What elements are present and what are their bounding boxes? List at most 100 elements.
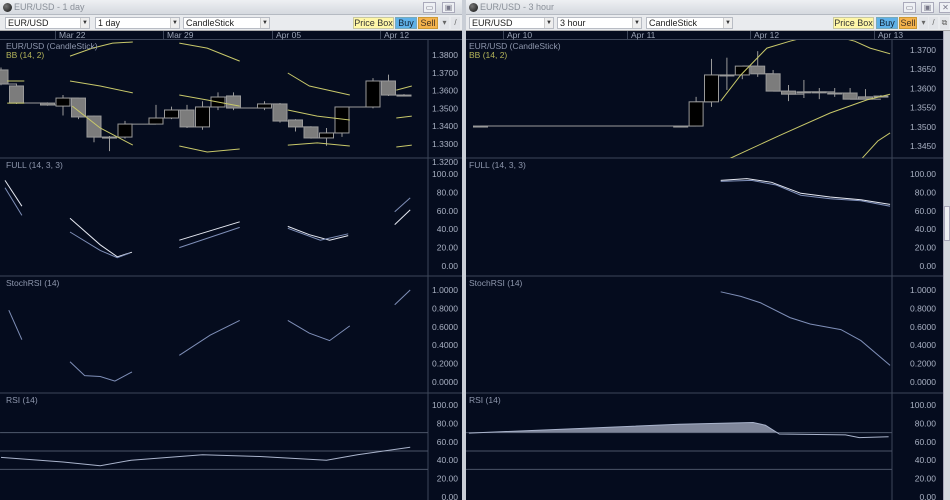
symbol-value: EUR/USD <box>8 18 49 28</box>
scrollbar-thumb[interactable] <box>944 206 950 241</box>
full-d-line <box>720 179 891 207</box>
candle[interactable] <box>303 126 319 139</box>
chart-canvas[interactable]: 1.3700 1.3650 1.3600 1.3550 1.3500 1.3450 100.… <box>466 40 943 500</box>
interval-select[interactable]: 1 day ▼ <box>95 17 180 29</box>
candle[interactable] <box>0 69 9 85</box>
axis-tick-label: 40.00 <box>437 455 459 465</box>
close-button[interactable]: ✕ <box>939 2 950 13</box>
sell-button[interactable]: Sell <box>899 17 917 29</box>
candle[interactable] <box>257 103 272 109</box>
axis-tick-label: 0.0000 <box>432 377 458 387</box>
axis-tick-label: 100.00 <box>910 400 936 410</box>
buy-button[interactable]: Buy <box>395 17 417 29</box>
candle[interactable] <box>673 125 689 128</box>
candle[interactable] <box>117 123 133 138</box>
chevron-down-icon[interactable]: ▼ <box>80 18 89 28</box>
symbol-select[interactable]: EUR/USD ▼ <box>469 17 554 29</box>
title-bar[interactable]: EUR/USD - 1 day ▭ ▣ <box>0 0 462 15</box>
candle[interactable] <box>148 117 164 125</box>
draw-tool-icon[interactable]: / <box>929 17 938 29</box>
buy-button[interactable]: Buy <box>876 17 898 29</box>
candle[interactable] <box>704 74 719 103</box>
candle[interactable] <box>55 97 71 107</box>
axis-tick-label: 1.3700 <box>432 68 458 78</box>
chart-window-daily: EUR/USD - 1 day ▭ ▣ EUR/USD ▼ 1 day ▼ Cand… <box>0 0 462 500</box>
candle[interactable] <box>40 102 55 106</box>
candle[interactable] <box>365 80 381 108</box>
chevron-down-icon[interactable]: ▼ <box>544 18 553 28</box>
axis-tick-label: 80.00 <box>437 418 459 428</box>
bb-lower-line <box>179 145 240 153</box>
chevron-down-icon[interactable]: ▼ <box>260 18 269 28</box>
candle[interactable] <box>164 109 179 119</box>
date-axis: Mar 22 Mar 29 Apr 05 Apr 12 <box>0 31 462 40</box>
axis-tick-label: 0.6000 <box>910 322 936 332</box>
window-title: EUR/USD - 1 day <box>14 2 85 12</box>
stochrsi-line <box>394 289 411 306</box>
chevron-down-icon[interactable]: ▼ <box>170 18 179 28</box>
symbol-select[interactable]: EUR/USD ▼ <box>5 17 90 29</box>
full-stoch-label: FULL (14, 3, 3) <box>469 160 526 170</box>
chevron-down-icon[interactable]: ▼ <box>632 18 641 28</box>
candle[interactable] <box>195 106 210 128</box>
candle[interactable] <box>842 92 858 100</box>
candle[interactable] <box>688 101 704 127</box>
bb-upper-line <box>396 85 412 91</box>
title-bar[interactable]: EUR/USD - 3 hour ▭ ▣ ✕ <box>466 0 950 15</box>
bb-indicator-label: BB (14, 2) <box>6 50 45 60</box>
minimize-button[interactable]: ▭ <box>423 2 436 13</box>
candle[interactable] <box>319 132 334 139</box>
minimize-button[interactable]: ▭ <box>903 2 916 13</box>
candle[interactable] <box>811 91 827 94</box>
maximize-button[interactable]: ▣ <box>921 2 934 13</box>
candle[interactable] <box>9 85 24 104</box>
chart-type-select[interactable]: CandleStick ▼ <box>646 17 733 29</box>
globe-icon <box>3 3 12 12</box>
maximize-button[interactable]: ▣ <box>442 2 455 13</box>
axis-tick-label: 60.00 <box>915 206 937 216</box>
chart-type-select[interactable]: CandleStick ▼ <box>183 17 270 29</box>
candle[interactable] <box>381 80 396 96</box>
chart-canvas[interactable]: 1.3800 1.3700 1.3600 1.3500 1.3400 1.3300 1.32… <box>0 40 462 500</box>
interval-select[interactable]: 3 hour ▼ <box>557 17 642 29</box>
axis-tick-label: 80.00 <box>437 187 459 197</box>
date-label: Apr 11 <box>627 31 655 40</box>
candle[interactable] <box>473 125 488 128</box>
candle[interactable] <box>179 109 195 128</box>
vertical-scrollbar[interactable] <box>943 31 950 500</box>
candle[interactable] <box>765 73 781 92</box>
candle[interactable] <box>719 74 735 77</box>
bb-upper-line <box>287 72 350 96</box>
candle[interactable] <box>396 94 412 97</box>
candle[interactable] <box>102 136 117 139</box>
axis-tick-label: 80.00 <box>915 418 937 428</box>
axis-tick-label: 40.00 <box>915 224 937 234</box>
chart-type-value: CandleStick <box>649 18 698 28</box>
axis-tick-label: 0.0000 <box>910 377 936 387</box>
draw-tool-icon[interactable]: / <box>451 17 460 29</box>
candle[interactable] <box>781 90 796 95</box>
dropdown-menu-icon[interactable]: ▾ <box>919 17 928 29</box>
price-box-button[interactable]: Price Box <box>833 17 874 29</box>
rsi-overbought-fill <box>1 433 410 466</box>
full-k-line <box>720 178 891 205</box>
stochrsi-line <box>69 361 133 382</box>
price-box-button[interactable]: Price Box <box>353 17 394 29</box>
dropdown-menu-icon[interactable]: ▾ <box>440 17 449 29</box>
globe-icon <box>469 3 478 12</box>
interval-value: 1 day <box>98 18 121 28</box>
candle[interactable] <box>288 119 303 128</box>
axis-tick-label: 0.00 <box>441 261 458 271</box>
candle[interactable] <box>750 65 766 75</box>
axis-tick-label: 60.00 <box>437 437 459 447</box>
full-k-line <box>394 209 411 225</box>
candle[interactable] <box>827 92 843 95</box>
rsi-label: RSI (14) <box>6 395 38 405</box>
axis-tick-label: 0.8000 <box>910 303 936 313</box>
detach-icon[interactable]: ⧉ <box>940 17 949 29</box>
sell-button[interactable]: Sell <box>418 17 438 29</box>
candle[interactable] <box>272 103 288 122</box>
axis-tick-label: 0.00 <box>441 492 458 500</box>
chevron-down-icon[interactable]: ▼ <box>723 18 732 28</box>
candle[interactable] <box>796 91 812 94</box>
